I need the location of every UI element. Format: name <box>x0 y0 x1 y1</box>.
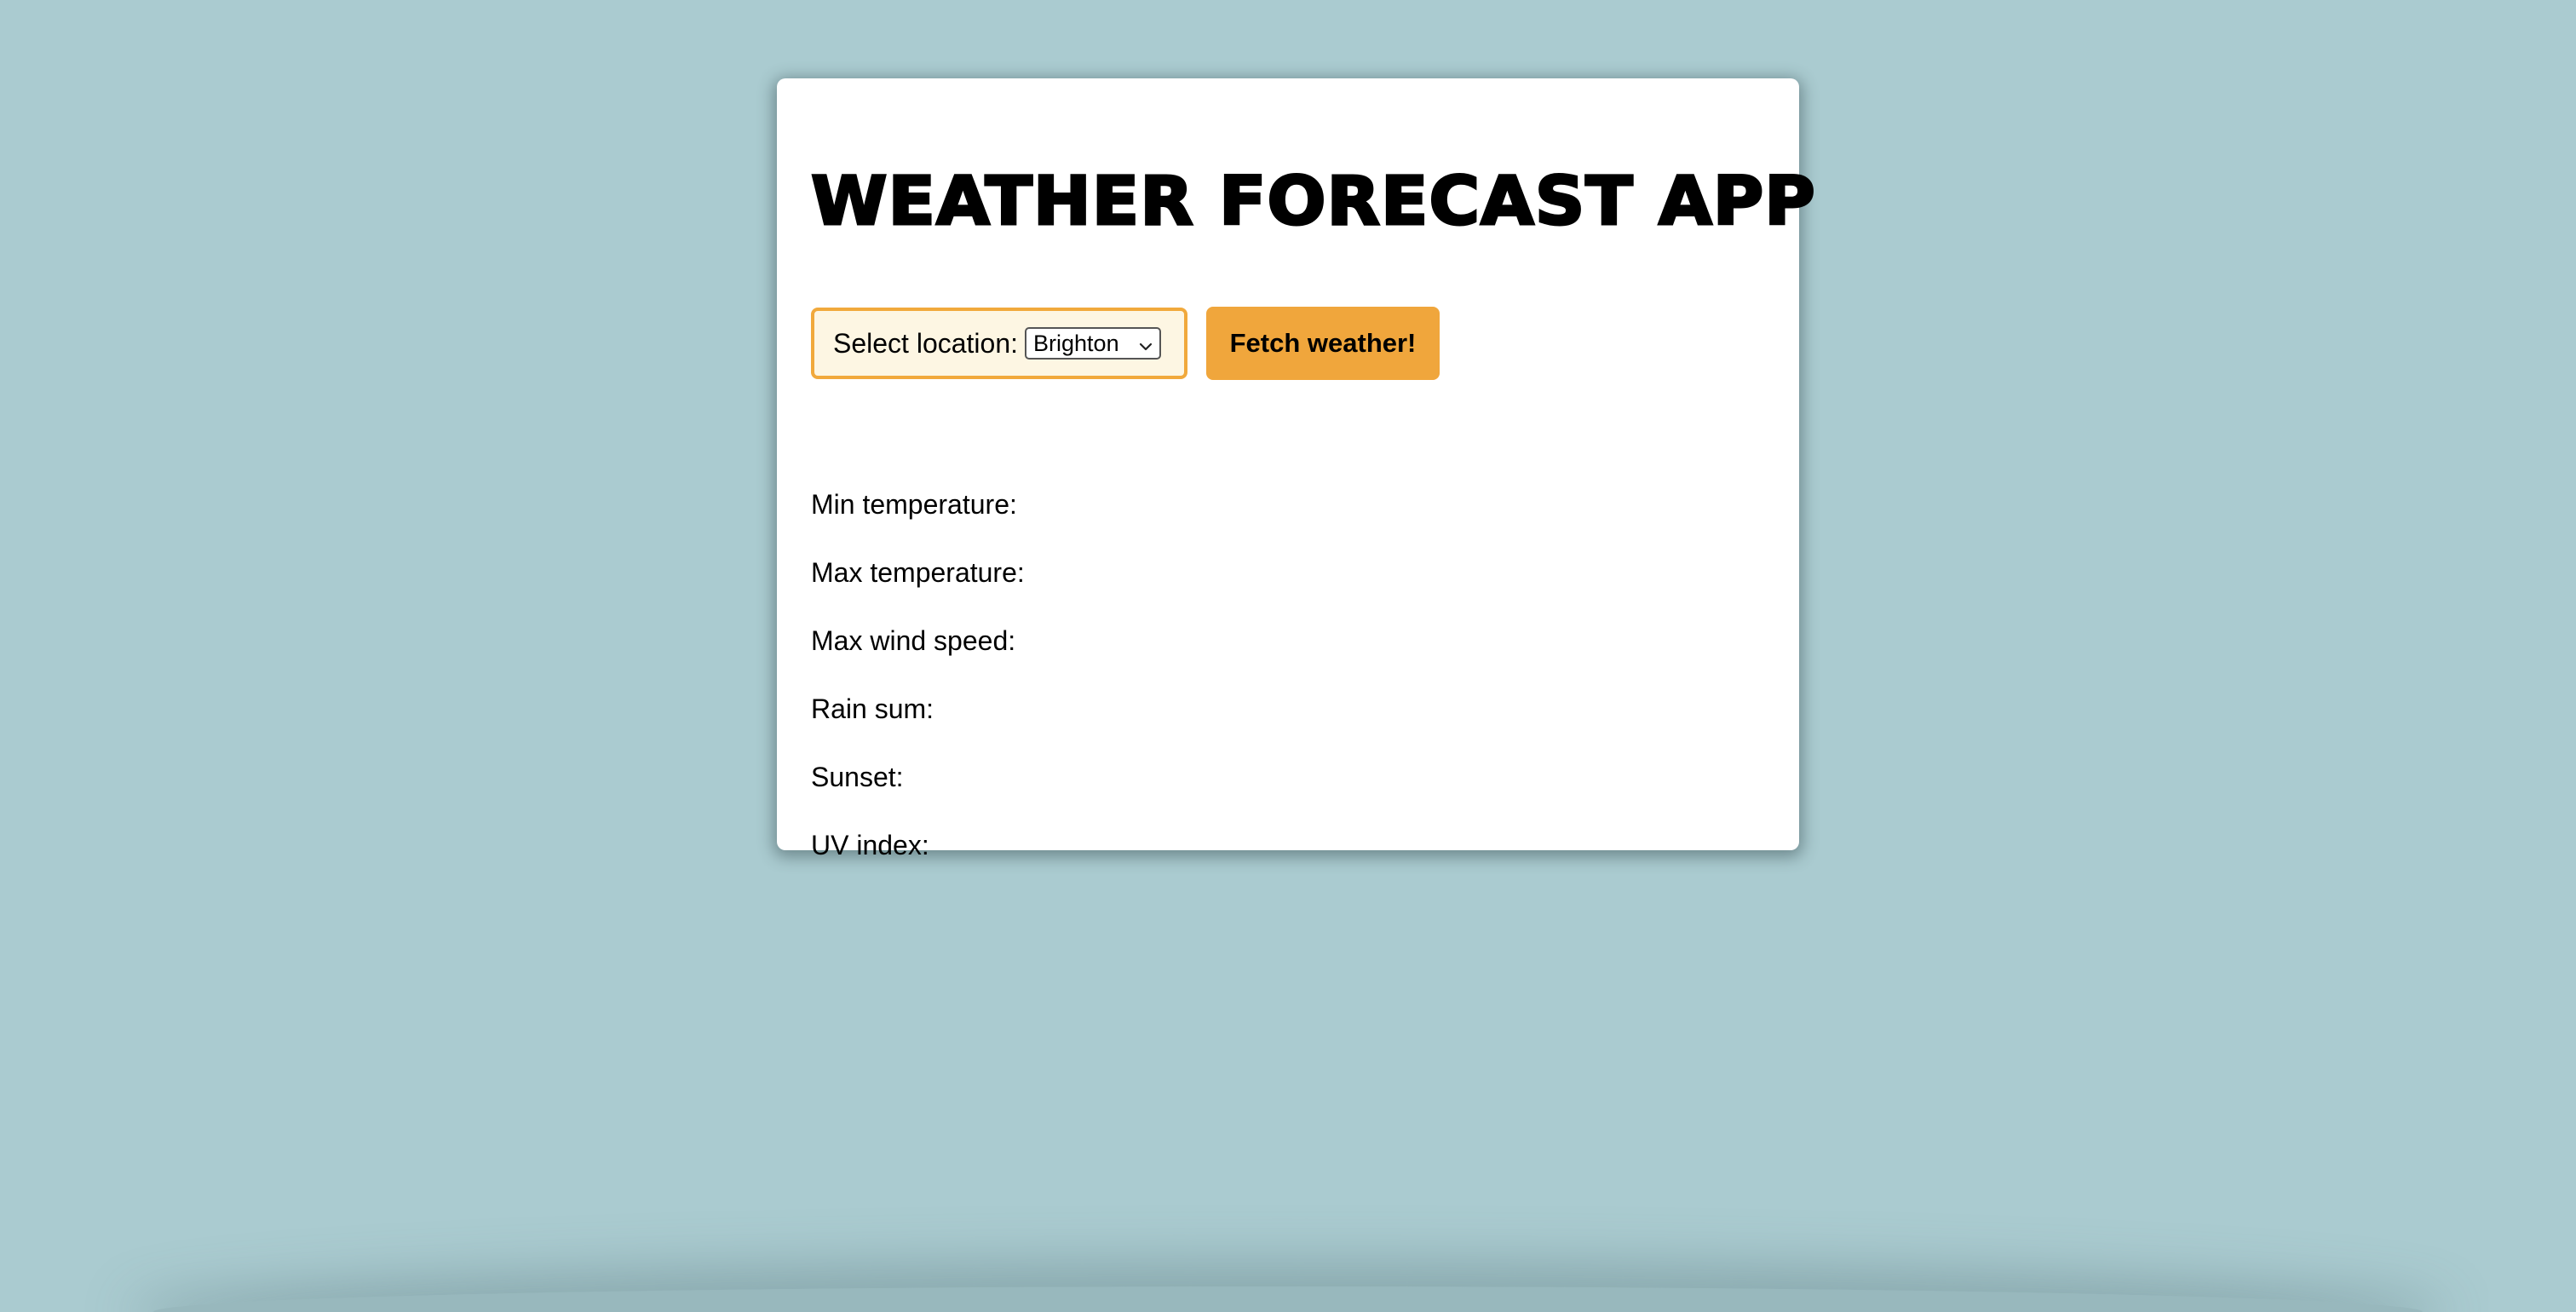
selected-location-value: Brighton <box>1033 330 1119 356</box>
page-title: WEATHER FORECAST APP <box>809 164 1816 240</box>
uv-index-label: UV index: <box>811 830 929 860</box>
sunset-label: Sunset: <box>811 762 904 792</box>
controls-row: Select location: Brighton Fetch weather! <box>811 307 1440 380</box>
fetch-weather-button[interactable]: Fetch weather! <box>1206 307 1440 380</box>
page-background: WEATHER FORECAST APP Select location: Br… <box>0 0 2576 1312</box>
weather-stats: Min temperature: Max temperature: Max wi… <box>811 489 1025 898</box>
max-temperature-label: Max temperature: <box>811 557 1025 588</box>
location-selector-box: Select location: Brighton <box>811 308 1187 379</box>
bottom-shadow <box>153 1286 2423 1312</box>
weather-card: WEATHER FORECAST APP Select location: Br… <box>777 78 1816 860</box>
max-wind-speed-label: Max wind speed: <box>811 625 1016 656</box>
location-label: Select location: <box>833 327 1019 359</box>
location-select[interactable]: Brighton <box>1025 327 1162 360</box>
chevron-down-icon <box>1137 335 1154 352</box>
min-temperature-label: Min temperature: <box>811 489 1017 520</box>
rain-sum-label: Rain sum: <box>811 693 934 724</box>
